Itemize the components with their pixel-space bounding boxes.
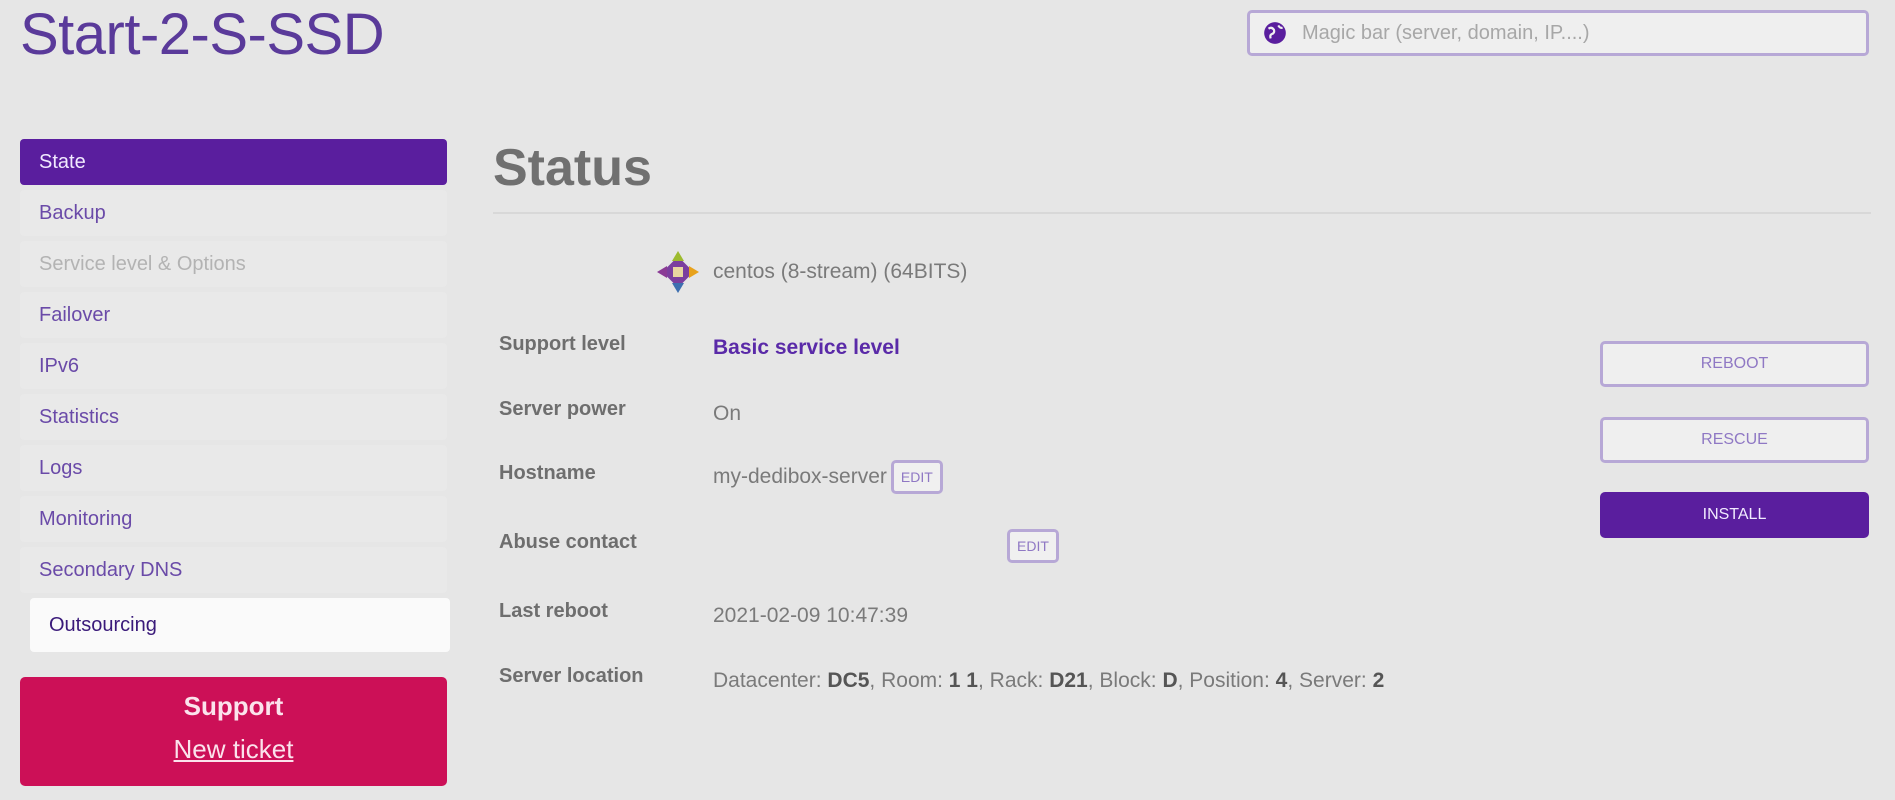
main-content: Status bbox=[493, 134, 1871, 214]
divider bbox=[493, 212, 1871, 214]
magic-bar-input[interactable] bbox=[1300, 20, 1844, 46]
server-power-value: On bbox=[713, 402, 742, 425]
abuse-contact-label: Abuse contact bbox=[499, 531, 637, 553]
rack-label: Rack: bbox=[989, 669, 1044, 692]
last-reboot-label: Last reboot bbox=[499, 600, 608, 622]
datacenter-label: Datacenter: bbox=[713, 669, 822, 692]
position-value: 4 bbox=[1275, 669, 1288, 692]
os-row: centos (8-stream) (64BITS) bbox=[653, 247, 967, 297]
hostname-row: my-dedibox-server EDIT bbox=[713, 460, 943, 494]
hostname-edit-button[interactable]: EDIT bbox=[890, 460, 943, 494]
sidebar-item-failover[interactable]: Failover bbox=[20, 292, 447, 338]
sidebar-item-state[interactable]: State bbox=[20, 139, 447, 185]
block-value: D bbox=[1162, 669, 1178, 692]
sidebar-item-ipv6[interactable]: IPv6 bbox=[20, 343, 447, 389]
sidebar-item-logs[interactable]: Logs bbox=[20, 445, 447, 491]
server-location-value: Datacenter: DC5, Room: 1 1, Rack: D21, B… bbox=[713, 669, 1385, 692]
support-level-link[interactable]: Basic service level bbox=[713, 336, 900, 360]
support-level-label: Support level bbox=[499, 333, 626, 355]
position-label: Position: bbox=[1189, 669, 1270, 692]
hostname-label: Hostname bbox=[499, 462, 596, 484]
datacenter-value: DC5 bbox=[827, 669, 870, 692]
room-label: Room: bbox=[881, 669, 943, 692]
page-title: Status bbox=[493, 139, 652, 197]
sidebar-item-monitoring[interactable]: Monitoring bbox=[20, 496, 447, 542]
abuse-contact-edit-button[interactable]: EDIT bbox=[1007, 529, 1059, 563]
globe-icon bbox=[1264, 22, 1286, 44]
app-title: Start-2-S-SSD bbox=[20, 2, 385, 67]
new-ticket-link[interactable]: New ticket bbox=[174, 734, 294, 765]
sidebar-item-statistics[interactable]: Statistics bbox=[20, 394, 447, 440]
sidebar-item-secondary-dns[interactable]: Secondary DNS bbox=[20, 547, 447, 593]
block-label: Block: bbox=[1099, 669, 1157, 692]
magic-bar[interactable] bbox=[1247, 10, 1869, 56]
sidebar: State Backup Service level & Options Fai… bbox=[20, 139, 450, 657]
last-reboot-value: 2021-02-09 10:47:39 bbox=[713, 604, 908, 627]
install-button[interactable]: INSTALL bbox=[1600, 492, 1869, 538]
server-power-label: Server power bbox=[499, 398, 626, 420]
server-value: 2 bbox=[1372, 669, 1385, 692]
server-label: Server: bbox=[1299, 669, 1367, 692]
sidebar-item-backup[interactable]: Backup bbox=[20, 190, 447, 236]
support-title: Support bbox=[183, 691, 284, 721]
rack-value: D21 bbox=[1049, 669, 1088, 692]
reboot-button[interactable]: REBOOT bbox=[1600, 341, 1869, 387]
sidebar-item-service-level[interactable]: Service level & Options bbox=[20, 241, 447, 287]
sidebar-item-outsourcing[interactable]: Outsourcing bbox=[30, 598, 450, 652]
os-name: centos (8-stream) (64BITS) bbox=[713, 260, 968, 283]
hostname-value: my-dedibox-server bbox=[713, 465, 887, 488]
room-value: 1 1 bbox=[948, 669, 978, 692]
support-box: Support New ticket bbox=[20, 677, 447, 786]
rescue-button[interactable]: RESCUE bbox=[1600, 417, 1869, 463]
abuse-contact-row: EDIT bbox=[1007, 529, 1059, 563]
server-location-label: Server location bbox=[499, 665, 644, 687]
centos-logo-icon bbox=[657, 251, 699, 293]
